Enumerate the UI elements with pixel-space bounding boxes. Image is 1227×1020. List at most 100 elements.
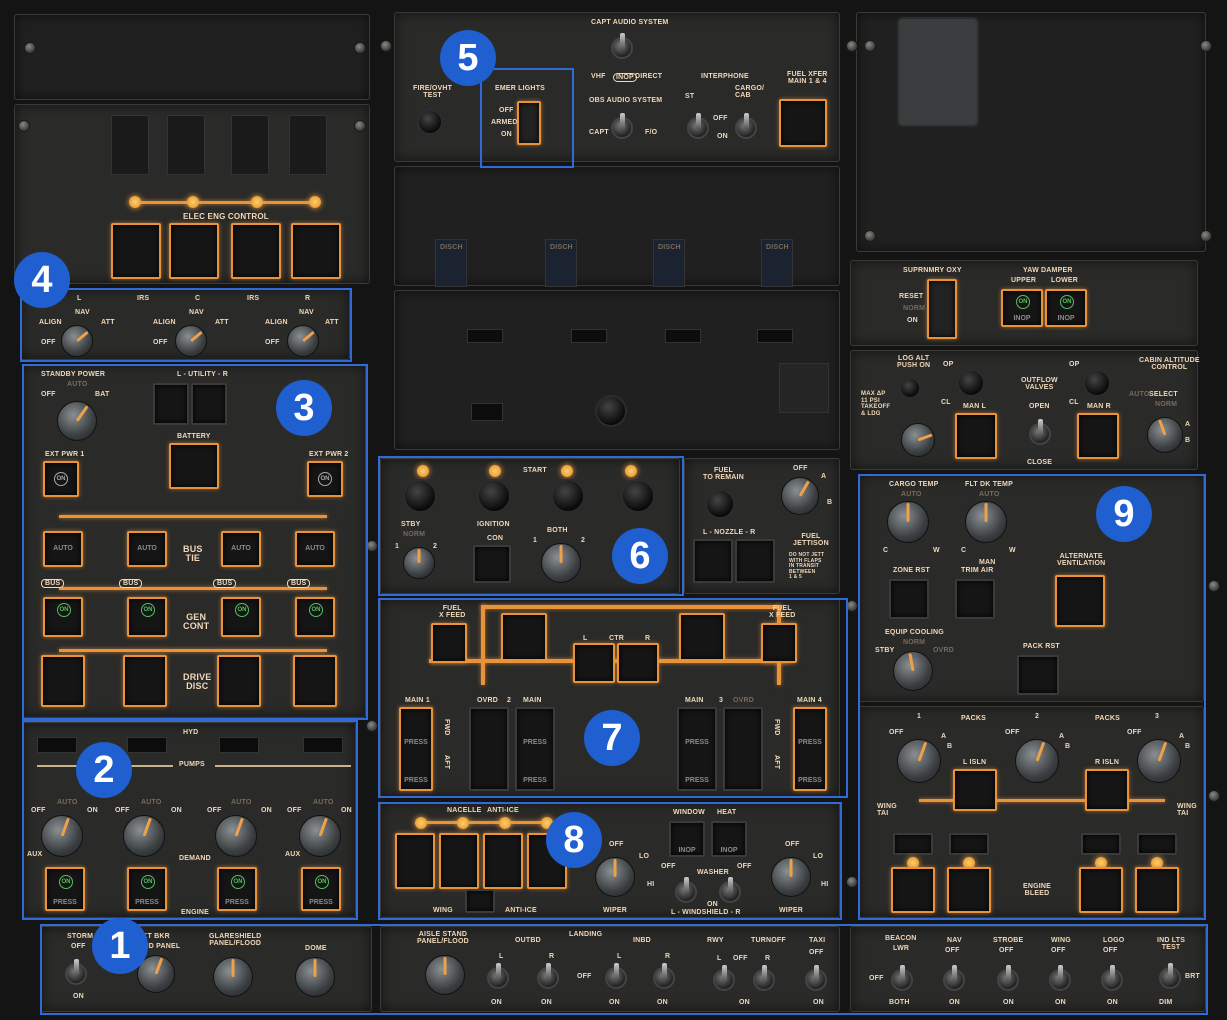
- fuel-jettison-selector[interactable]: [781, 477, 819, 515]
- gen-cont-switch-2[interactable]: ON: [127, 597, 167, 637]
- window-heat-1[interactable]: INOP: [669, 821, 705, 857]
- nozzle-l-switch[interactable]: [693, 539, 733, 583]
- drive-disc-switch-1[interactable]: [41, 655, 85, 707]
- fuel-x-feed-l-switch[interactable]: [431, 623, 467, 663]
- yaw-damper-upper[interactable]: ON INOP: [1001, 289, 1043, 327]
- drive-disc-switch-4[interactable]: [293, 655, 337, 707]
- turnoff-r-switch[interactable]: [753, 965, 775, 991]
- bus-tie-switch-3[interactable]: AUTO: [221, 531, 261, 567]
- obs-audio-selector[interactable]: [611, 113, 633, 139]
- capt-audio-selector[interactable]: [611, 33, 633, 59]
- glareshield-knob[interactable]: [213, 957, 253, 997]
- hyd-engine-pump-3[interactable]: ON PRESS: [217, 867, 257, 911]
- hyd-demand-selector-3[interactable]: [215, 815, 257, 857]
- utility-r-switch[interactable]: [191, 383, 227, 425]
- ext-pwr2-switch[interactable]: ON: [307, 461, 343, 497]
- start-switch-3[interactable]: [551, 479, 585, 513]
- wiper-r-selector[interactable]: [771, 857, 811, 897]
- washer-r-switch[interactable]: [719, 877, 741, 903]
- fire-ovht-test-button[interactable]: [417, 109, 443, 135]
- engine-bleed-switch-1[interactable]: [891, 867, 935, 913]
- utility-l-switch[interactable]: [153, 383, 189, 425]
- hyd-engine-pump-4[interactable]: ON PRESS: [301, 867, 341, 911]
- trim-air-switch[interactable]: [955, 579, 995, 619]
- hyd-demand-selector-2[interactable]: [123, 815, 165, 857]
- eng-fire-handle-4[interactable]: [289, 115, 327, 175]
- engine-bleed-switch-3[interactable]: [1079, 867, 1123, 913]
- continuous-ignition-switch[interactable]: [473, 545, 511, 583]
- landing-outbd-r[interactable]: [537, 963, 559, 989]
- wing-light-switch[interactable]: [1049, 965, 1071, 991]
- fuel-ovrd2-pump[interactable]: [469, 707, 509, 791]
- fuel-ctr-r-switch[interactable]: [617, 643, 659, 683]
- right-top-knob[interactable]: [897, 17, 979, 127]
- fuel-ctr-l-switch[interactable]: [573, 643, 615, 683]
- fuel-ovrd3-pump[interactable]: [723, 707, 763, 791]
- storm-switch[interactable]: [65, 959, 87, 985]
- wing-anti-ice-switch[interactable]: [465, 889, 495, 913]
- elec-eng-switch-3[interactable]: [231, 223, 281, 279]
- logo-switch[interactable]: [1101, 965, 1123, 991]
- hyd-engine-pump-2[interactable]: ON PRESS: [127, 867, 167, 911]
- fuel-x-feed-r-switch[interactable]: [761, 623, 797, 663]
- fuel-main2-pump[interactable]: PRESS PRESS: [515, 707, 555, 791]
- bus-tie-switch-4[interactable]: AUTO: [295, 531, 335, 567]
- man-l-switch[interactable]: [955, 413, 997, 459]
- bus-tie-switch-1[interactable]: AUTO: [43, 531, 83, 567]
- suprnmry-oxy-switch[interactable]: [927, 279, 957, 339]
- standby-ignition-selector[interactable]: [403, 547, 435, 579]
- start-switch-1[interactable]: [403, 479, 437, 513]
- interphone-cargo-switch[interactable]: [735, 113, 757, 139]
- yaw-damper-lower[interactable]: ON INOP: [1045, 289, 1087, 327]
- hyd-engine-pump-1[interactable]: ON PRESS: [45, 867, 85, 911]
- fuel-main4-pump[interactable]: PRESS PRESS: [793, 707, 827, 791]
- window-heat-2[interactable]: INOP: [711, 821, 747, 857]
- r-isln-switch[interactable]: [1085, 769, 1129, 811]
- l-isln-switch[interactable]: [953, 769, 997, 811]
- flt-dk-temp-selector[interactable]: [965, 501, 1007, 543]
- landing-inbd-r[interactable]: [653, 963, 675, 989]
- fuel-to-remain-knob[interactable]: [705, 489, 735, 519]
- aisle-stand-knob[interactable]: [425, 955, 465, 995]
- standby-power-selector[interactable]: [57, 401, 97, 441]
- nacelle-anti-ice-2[interactable]: [439, 833, 479, 889]
- eng-fire-handle-1[interactable]: [111, 115, 149, 175]
- fuel-override-3-fwd[interactable]: [679, 613, 725, 661]
- landing-inbd-l[interactable]: [605, 963, 627, 989]
- eng-fire-handle-2[interactable]: [167, 115, 205, 175]
- hyd-demand-selector-4[interactable]: [299, 815, 341, 857]
- ext-pwr1-switch[interactable]: ON: [43, 461, 79, 497]
- drive-disc-switch-3[interactable]: [217, 655, 261, 707]
- irs-c-selector[interactable]: [175, 325, 207, 357]
- irs-r-selector[interactable]: [287, 325, 319, 357]
- wiper-l-selector[interactable]: [595, 857, 635, 897]
- gen-cont-switch-1[interactable]: ON: [43, 597, 83, 637]
- nacelle-anti-ice-1[interactable]: [395, 833, 435, 889]
- pack-1-selector[interactable]: [897, 739, 941, 783]
- pack-3-selector[interactable]: [1137, 739, 1181, 783]
- nozzle-r-switch[interactable]: [735, 539, 775, 583]
- emer-lights-switch[interactable]: [517, 101, 541, 145]
- cargo-temp-selector[interactable]: [887, 501, 929, 543]
- battery-switch[interactable]: [169, 443, 219, 489]
- drive-disc-switch-2[interactable]: [123, 655, 167, 707]
- hyd-demand-selector-1[interactable]: [41, 815, 83, 857]
- landing-outbd-l[interactable]: [487, 963, 509, 989]
- elec-eng-switch-4[interactable]: [291, 223, 341, 279]
- fuel-xfer-switch[interactable]: [779, 99, 827, 147]
- taxi-switch[interactable]: [805, 965, 827, 991]
- washer-l-switch[interactable]: [675, 877, 697, 903]
- fuel-main3-pump[interactable]: PRESS PRESS: [677, 707, 717, 791]
- ind-lts-switch[interactable]: [1159, 963, 1181, 989]
- pack-rst-switch[interactable]: [1017, 655, 1059, 695]
- dome-knob[interactable]: [295, 957, 335, 997]
- gen-cont-switch-3[interactable]: ON: [221, 597, 261, 637]
- zone-rst-switch[interactable]: [889, 579, 929, 619]
- pack-2-selector[interactable]: [1015, 739, 1059, 783]
- equip-cooling-selector[interactable]: [893, 651, 933, 691]
- gen-cont-switch-4[interactable]: ON: [295, 597, 335, 637]
- bus-tie-switch-2[interactable]: AUTO: [127, 531, 167, 567]
- eng-fire-handle-3[interactable]: [231, 115, 269, 175]
- strobe-switch[interactable]: [997, 965, 1019, 991]
- turnoff-l-switch[interactable]: [713, 965, 735, 991]
